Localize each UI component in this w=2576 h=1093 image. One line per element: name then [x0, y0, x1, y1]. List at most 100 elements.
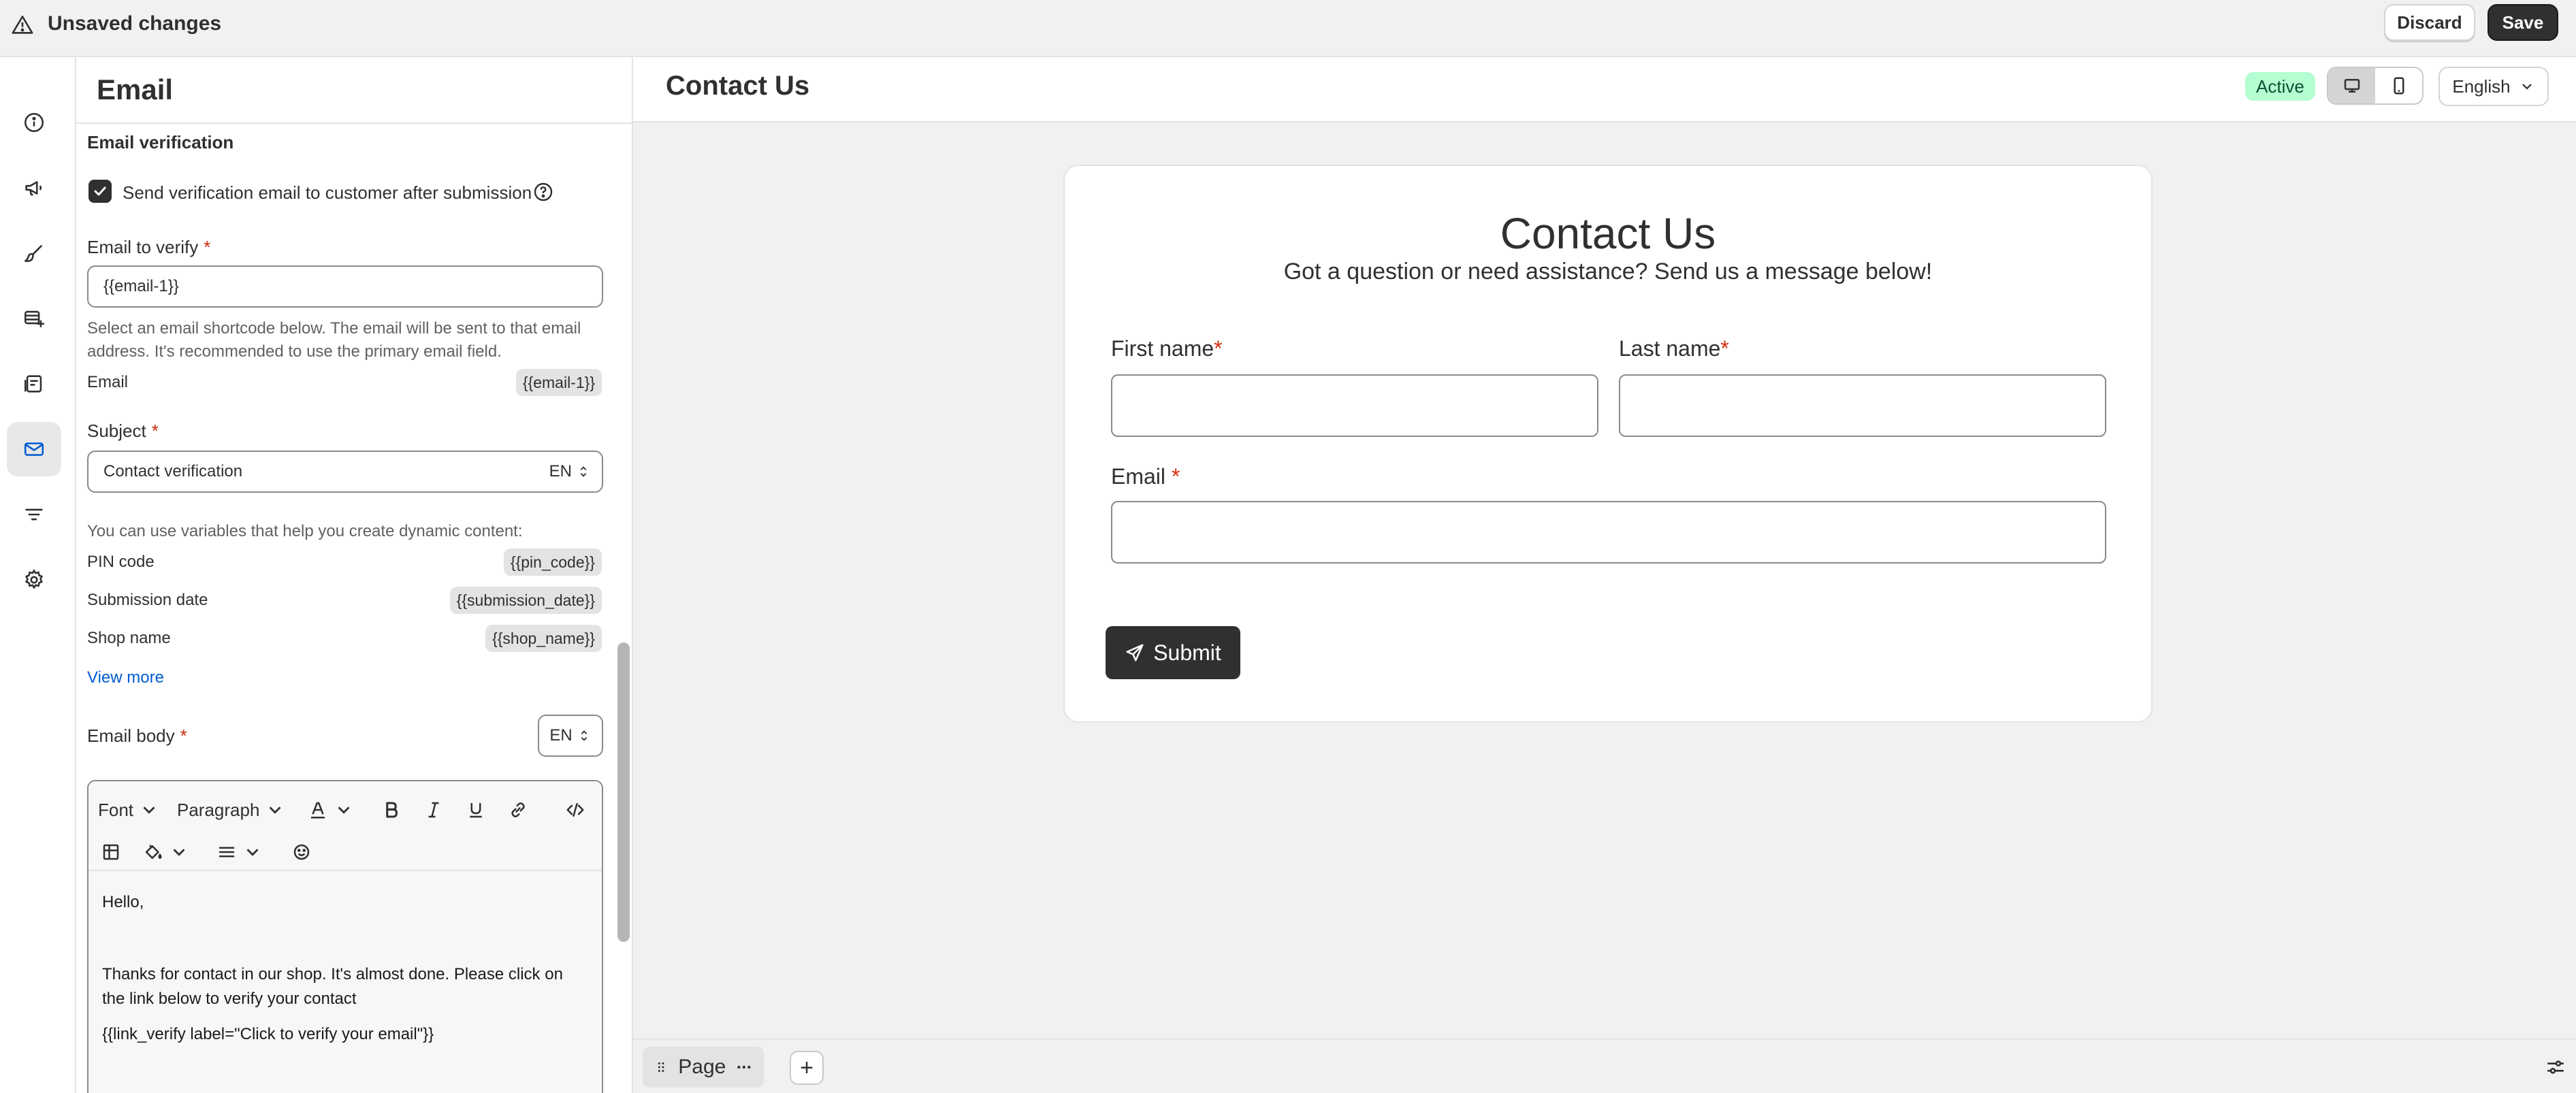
rail-item-filters[interactable] — [7, 487, 61, 542]
underline-button[interactable] — [466, 796, 486, 823]
chevron-down-icon — [269, 806, 281, 814]
section-title-email-verification: Email verification — [87, 132, 234, 152]
shortcode-tag-email[interactable]: {{email-1}} — [515, 369, 602, 396]
submit-button[interactable]: Submit — [1106, 626, 1240, 679]
variable-label-shop-name: Shop name — [87, 629, 171, 647]
table-button[interactable] — [101, 838, 121, 866]
first-name-label: First name* — [1111, 336, 1223, 361]
submit-button-label: Submit — [1153, 640, 1221, 665]
mobile-icon — [2394, 77, 2404, 95]
language-select[interactable]: English — [2438, 67, 2549, 106]
form-subtitle: Got a question or need assistance? Send … — [1283, 259, 1933, 284]
emoji-icon — [293, 844, 310, 860]
editor-content[interactable]: Hello, Thanks for contact in our shop. I… — [88, 872, 602, 1047]
page-bar: Page + — [633, 1039, 2576, 1093]
email-icon — [24, 442, 44, 456]
discard-button[interactable]: Discard — [2384, 4, 2475, 41]
underline-icon — [470, 803, 482, 818]
page-tab[interactable]: Page — [643, 1047, 764, 1088]
contact-form-preview: Contact Us Got a question or need assist… — [1063, 165, 2153, 723]
body-line-greeting: Hello, — [102, 893, 144, 911]
subject-language-value: EN — [549, 462, 572, 480]
chevron-down-icon — [246, 849, 259, 856]
rail-item-email[interactable] — [7, 422, 61, 476]
drag-handle-icon[interactable] — [654, 1058, 669, 1076]
align-left-icon — [219, 847, 235, 858]
form-title: Contact Us — [1500, 209, 1716, 258]
rail-item-announcement[interactable] — [7, 161, 61, 215]
mobile-view-button[interactable] — [2375, 68, 2422, 103]
email-to-verify-input[interactable]: {{email-1}} — [87, 265, 603, 308]
subject-label-text: Subject — [87, 421, 146, 441]
checkmark-icon — [94, 186, 106, 196]
link-button[interactable] — [508, 796, 528, 823]
database-add-icon — [24, 310, 44, 327]
subject-input[interactable]: Contact verification EN — [87, 451, 603, 493]
select-arrows-icon — [581, 730, 587, 741]
page-tab-label: Page — [678, 1056, 726, 1078]
save-button[interactable]: Save — [2488, 4, 2558, 41]
panel-title: Email — [97, 74, 174, 105]
paragraph-dropdown[interactable]: Paragraph — [177, 796, 285, 823]
rail-item-design[interactable] — [7, 226, 61, 280]
panel-scrollbar-track[interactable] — [615, 124, 632, 1093]
paragraph-dropdown-label: Paragraph — [177, 799, 260, 820]
required-marker: * — [1214, 336, 1223, 361]
variable-tag-submission-date[interactable]: {{submission_date}} — [449, 587, 602, 614]
fill-color-dropdown[interactable] — [143, 838, 189, 866]
panel-scrollbar-thumb[interactable] — [617, 642, 630, 942]
first-name-label-text: First name — [1111, 336, 1214, 361]
rail-item-settings[interactable] — [7, 553, 61, 607]
variables-intro: You can use variables that help you crea… — [87, 522, 523, 540]
email-body-language-select[interactable]: EN — [538, 715, 603, 757]
verification-checkbox[interactable] — [88, 180, 112, 203]
variable-tag-pin-code[interactable]: {{pin_code}} — [503, 549, 602, 576]
font-dropdown-label: Font — [98, 799, 134, 820]
variable-label-pin-code: PIN code — [87, 553, 155, 571]
subject-value: Contact verification — [103, 462, 243, 480]
layout-settings-button[interactable] — [2541, 1052, 2571, 1082]
text-color-dropdown[interactable] — [308, 796, 354, 823]
first-name-input[interactable] — [1111, 374, 1598, 437]
email-settings-panel: Email Email verification Send verificati… — [76, 57, 633, 1093]
last-name-label-text: Last name — [1619, 336, 1721, 361]
emoji-button[interactable] — [291, 838, 312, 866]
bold-button[interactable] — [381, 796, 402, 823]
desktop-view-button[interactable] — [2328, 68, 2375, 103]
email-to-verify-help: Select an email shortcode below. The ema… — [87, 319, 581, 361]
view-more-link[interactable]: View more — [87, 668, 164, 687]
rail-item-pages[interactable] — [7, 357, 61, 411]
form-icon — [24, 375, 42, 393]
text-color-icon — [311, 802, 325, 819]
code-view-button[interactable] — [565, 796, 585, 823]
email-label-text: Email — [1111, 464, 1166, 489]
add-page-button[interactable]: + — [790, 1051, 824, 1085]
body-line-message: Thanks for contact in our shop. It's alm… — [102, 965, 563, 1008]
chevron-down-icon — [173, 849, 185, 856]
last-name-input[interactable] — [1619, 374, 2106, 437]
table-icon — [103, 844, 119, 860]
font-dropdown[interactable]: Font — [98, 796, 159, 823]
subject-language-select[interactable]: EN — [549, 452, 591, 491]
rail-item-info[interactable] — [7, 95, 61, 150]
more-horizontal-icon[interactable] — [735, 1057, 753, 1077]
verification-checkbox-label[interactable]: Send verification email to customer afte… — [123, 182, 532, 203]
chevron-down-icon — [143, 806, 155, 814]
chevron-down-icon — [2522, 84, 2532, 90]
info-icon — [24, 112, 44, 133]
save-bar-title: Unsaved changes — [48, 12, 222, 35]
email-input[interactable] — [1111, 501, 2106, 564]
alignment-dropdown[interactable] — [216, 838, 263, 866]
bold-icon — [386, 802, 398, 818]
desktop-icon — [2344, 79, 2360, 93]
variable-tag-shop-name[interactable]: {{shop_name}} — [485, 625, 602, 652]
save-bar: Unsaved changes Discard Save — [0, 0, 2576, 57]
italic-icon — [428, 802, 439, 818]
icon-rail — [0, 57, 76, 1093]
italic-button[interactable] — [423, 796, 444, 823]
help-circle-icon[interactable] — [532, 181, 554, 203]
required-marker: * — [1171, 464, 1180, 489]
gear-icon — [25, 569, 44, 589]
preview-title: Contact Us — [666, 71, 810, 101]
rail-item-submissions[interactable] — [7, 291, 61, 346]
